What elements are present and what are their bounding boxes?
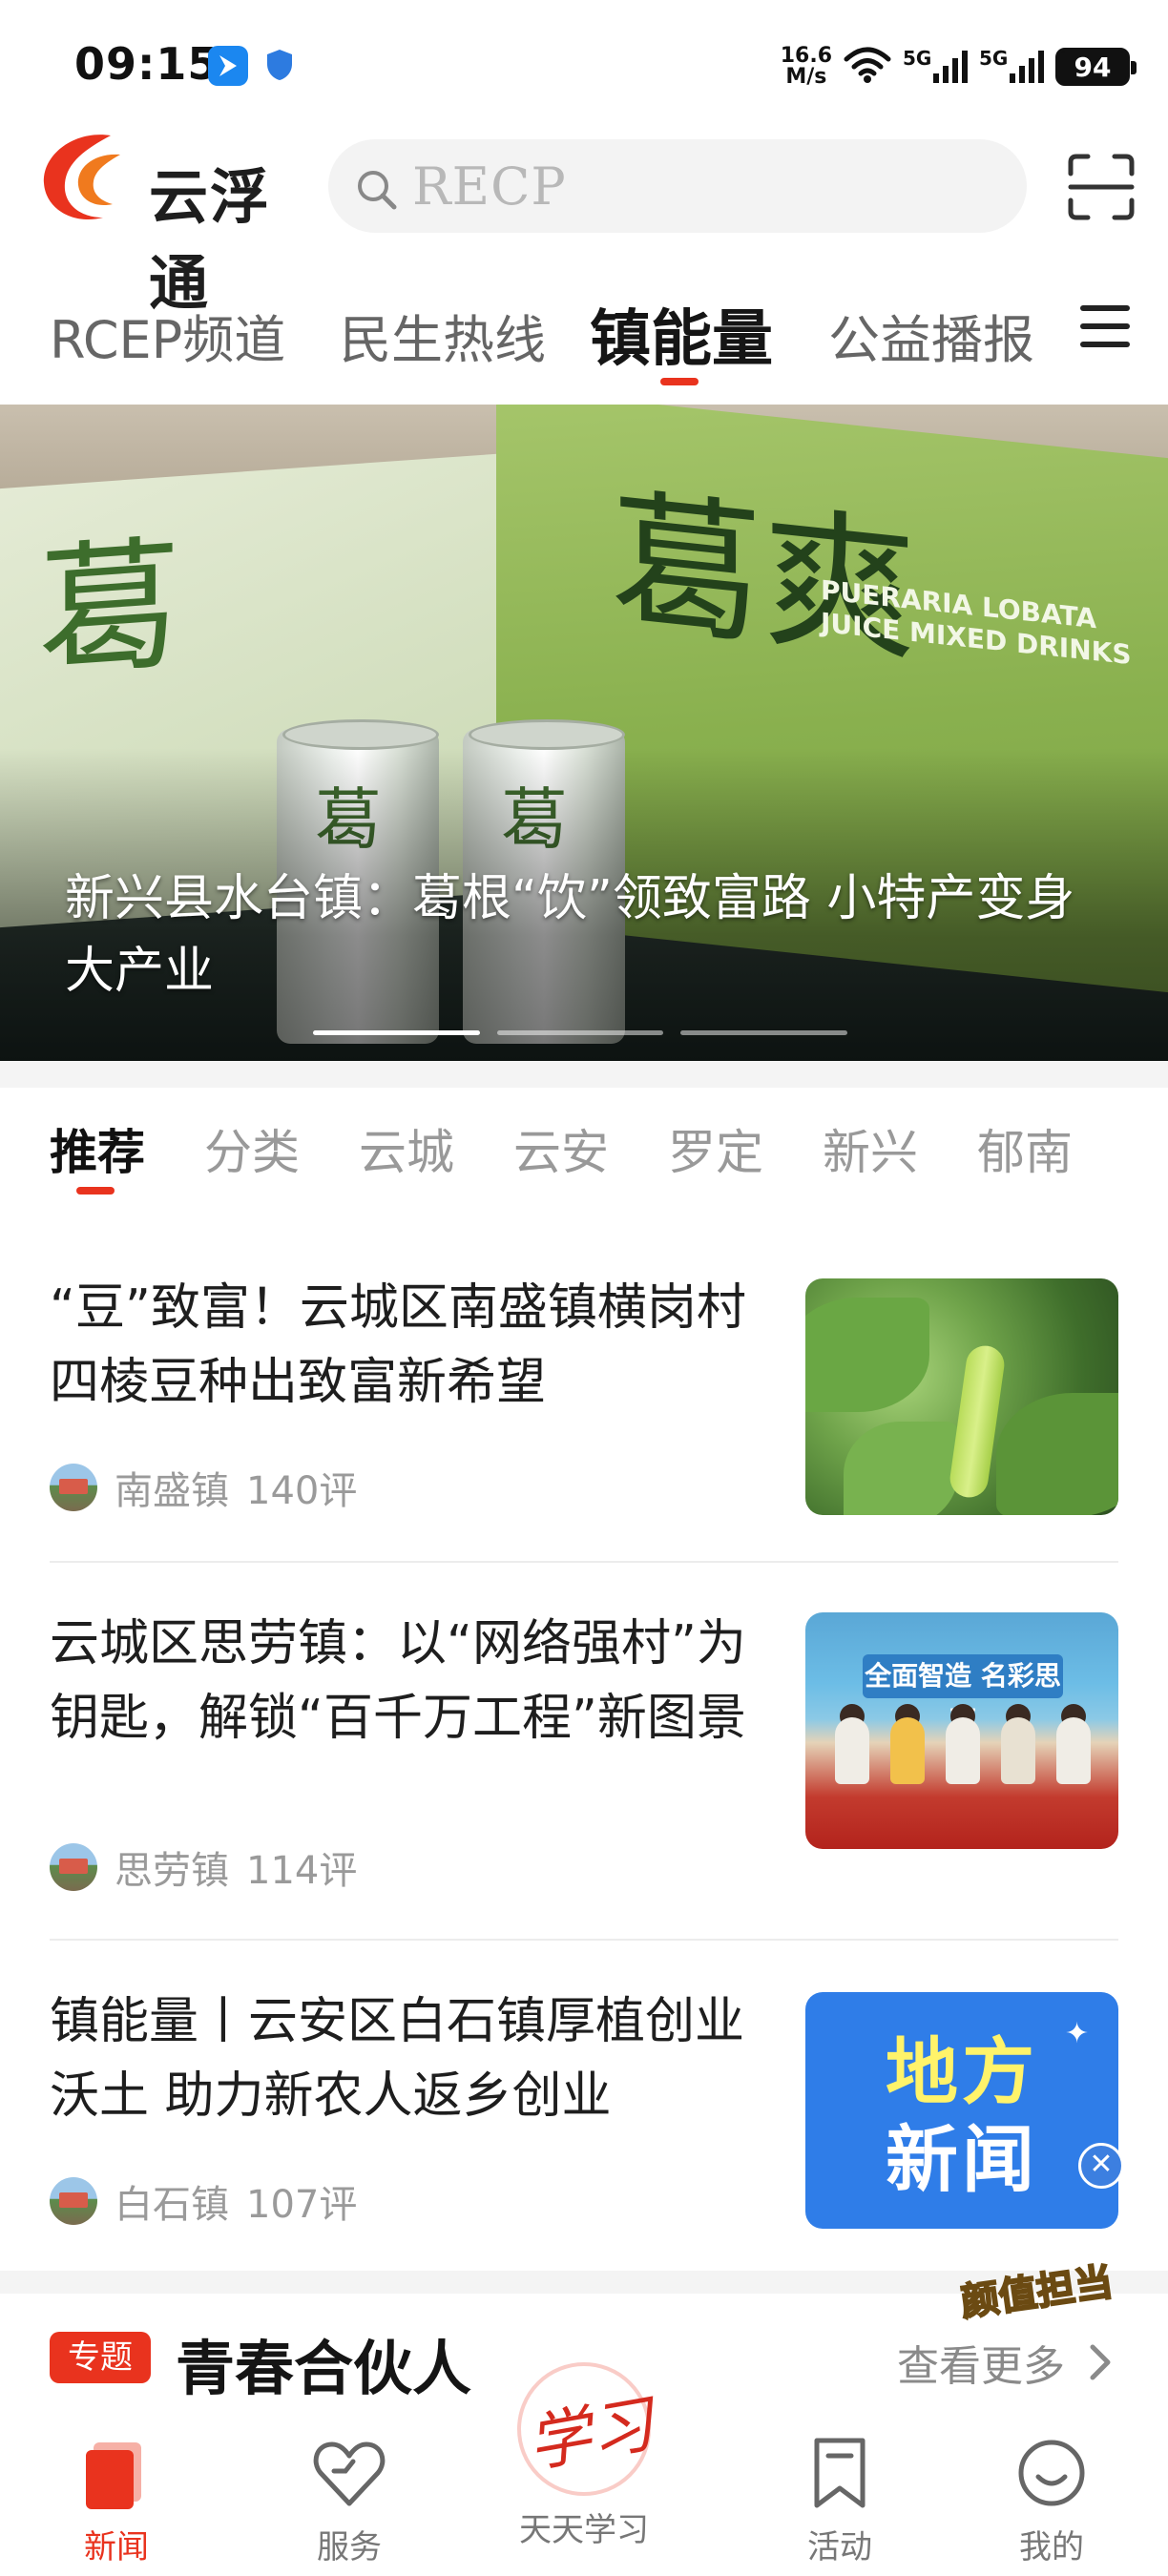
news-title[interactable]: 云城区思劳镇：以“网络强村”为钥匙，解锁“百千万工程”新图景	[50, 1607, 756, 1755]
heart-icon	[313, 2441, 386, 2506]
battery-level: 94	[1074, 51, 1112, 83]
region-tab-indicator	[76, 1187, 115, 1195]
news-icon	[86, 2442, 141, 2509]
carousel-dot	[313, 1030, 480, 1035]
channel-tabs: RCEP频道 民生热线 镇能量 公益播报	[0, 267, 1168, 401]
news-comments: 107评	[246, 2183, 358, 2227]
list-divider	[50, 1561, 1118, 1563]
battery-icon: 94	[1055, 48, 1137, 86]
region-tab-luoding[interactable]: 罗定	[668, 1114, 763, 1183]
region-tab-yunan[interactable]: 云安	[513, 1114, 609, 1183]
bookmark-icon	[814, 2438, 866, 2508]
region-tabs: 推荐 分类 云城 云安 罗定 新兴 郁南	[0, 1088, 1168, 1212]
chevron-right-icon[interactable]	[1088, 2343, 1113, 2381]
nav-news[interactable]: 新闻	[21, 2425, 212, 2568]
channel-menu-button[interactable]	[1080, 305, 1130, 347]
news-thumbnail[interactable]: 地方 新闻 ✦	[805, 1992, 1118, 2229]
nav-label: 新闻	[84, 2528, 149, 2566]
see-more-link[interactable]: 查看更多	[897, 2332, 1065, 2393]
banner-title[interactable]: 新兴县水台镇：葛根“饮”领致富路 小特产变身大产业	[65, 862, 1115, 1008]
region-tab-category[interactable]: 分类	[204, 1114, 300, 1183]
nav-label: 服务	[317, 2528, 382, 2566]
active-tab-indicator	[660, 378, 699, 385]
tab-minsheng[interactable]: 民生热线	[340, 298, 546, 373]
news-item[interactable]: 云城区思劳镇：以“网络强村”为钥匙，解锁“百千万工程”新图景 思劳镇 114评 …	[50, 1607, 1118, 1912]
nav-activity[interactable]: 活动	[744, 2425, 935, 2568]
status-indicators: 16.6 M/s 5G 5G 94	[780, 38, 1137, 95]
avatar	[50, 2177, 97, 2225]
news-meta: 思劳镇 114评	[50, 1839, 357, 1895]
region-tab-yuncheng[interactable]: 云城	[359, 1114, 454, 1183]
news-source: 思劳镇	[115, 1849, 229, 1893]
sparkle-icon: ✦	[1065, 2017, 1090, 2050]
tab-gongyi[interactable]: 公益播报	[828, 298, 1034, 373]
signal-icon-1: 5G	[903, 47, 968, 83]
tab-zhennengliang[interactable]: 镇能量	[590, 290, 773, 378]
avatar	[50, 1843, 97, 1891]
scan-button[interactable]	[1067, 153, 1136, 221]
logo-icon	[43, 135, 120, 220]
region-tab-recommend[interactable]: 推荐	[50, 1114, 145, 1183]
carousel-dot	[680, 1030, 848, 1035]
news-item[interactable]: 镇能量丨云安区白石镇厚植创业沃土 助力新农人返乡创业 白石镇 107评 地方 新闻…	[50, 1984, 1118, 2252]
status-time: 09:15	[74, 38, 219, 90]
topic-title[interactable]: 青春合伙人	[176, 2320, 471, 2406]
app-notification-icon	[208, 46, 248, 86]
nav-label: 我的	[1019, 2528, 1084, 2566]
status-bar: 09:15 16.6 M/s 5G 5G 94	[0, 0, 1168, 124]
news-thumbnail[interactable]	[805, 1278, 1118, 1515]
news-thumbnail[interactable]: 全面智造 名彩思劳	[805, 1612, 1118, 1849]
region-tab-xinxing[interactable]: 新兴	[823, 1114, 918, 1183]
network-speed: 16.6 M/s	[780, 44, 832, 89]
close-icon[interactable]: ✕	[1078, 2143, 1124, 2189]
news-comments: 140评	[246, 1469, 358, 1513]
list-divider	[50, 1939, 1118, 1941]
news-title[interactable]: “豆”致富！云城区南盛镇横岗村四棱豆种出致富新希望	[50, 1271, 756, 1420]
news-source: 南盛镇	[115, 1469, 229, 1513]
nav-label: 天天学习	[519, 2511, 649, 2549]
topic-badge: 专题	[50, 2332, 151, 2383]
news-meta: 白石镇 107评	[50, 2173, 357, 2229]
search-placeholder: RECP	[412, 156, 567, 217]
nav-label: 活动	[807, 2528, 872, 2566]
carousel-indicator	[313, 1030, 848, 1038]
avatar	[50, 1464, 97, 1511]
section-divider	[0, 1061, 1168, 1088]
smile-icon	[1018, 2440, 1085, 2506]
carousel-dot	[496, 1030, 664, 1035]
news-title[interactable]: 镇能量丨云安区白石镇厚植创业沃土 助力新农人返乡创业	[50, 1984, 756, 2133]
tab-rcep[interactable]: RCEP频道	[50, 298, 285, 373]
news-item[interactable]: “豆”致富！云城区南盛镇横岗村四棱豆种出致富新希望 南盛镇 140评	[50, 1271, 1118, 1519]
news-meta: 南盛镇 140评	[50, 1460, 357, 1515]
news-comments: 114评	[246, 1849, 358, 1893]
scan-icon	[1068, 154, 1135, 220]
news-source: 白石镇	[115, 2183, 229, 2227]
shield-icon	[265, 48, 294, 86]
region-tab-yunan2[interactable]: 郁南	[977, 1114, 1073, 1183]
search-icon	[358, 171, 397, 210]
nav-service[interactable]: 服务	[254, 2425, 445, 2568]
wifi-icon	[844, 46, 891, 88]
app-header: 云浮通 RECP	[0, 124, 1168, 318]
banner-carousel[interactable]: 葛 葛爽 PUERARIA LOBATA JUICE MIXED DRINKS …	[0, 405, 1168, 1061]
nav-mine[interactable]: 我的	[956, 2425, 1147, 2568]
signal-icon-2: 5G	[979, 47, 1044, 83]
search-bar[interactable]: RECP	[328, 139, 1027, 233]
app-logo[interactable]: 云浮通	[36, 126, 313, 318]
nav-study[interactable]: 学习 天天学习	[489, 2362, 679, 2549]
